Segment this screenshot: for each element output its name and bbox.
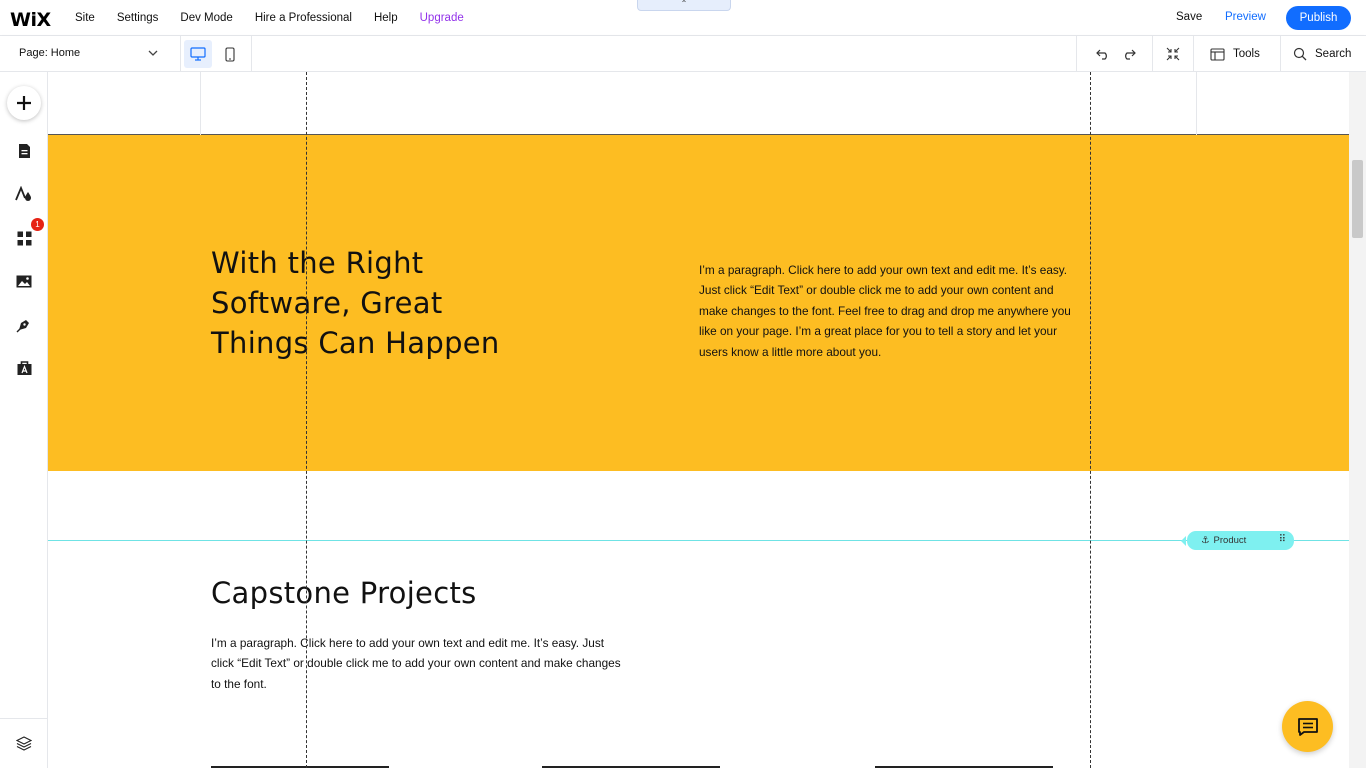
redo-button[interactable] — [1115, 40, 1143, 68]
compress-icon — [1166, 47, 1180, 61]
wix-logo[interactable]: WiX — [10, 9, 51, 31]
publish-button[interactable]: Publish — [1286, 6, 1351, 30]
redo-icon — [1125, 49, 1136, 60]
menu-site[interactable]: Site — [64, 12, 106, 24]
pen-nib-icon — [16, 320, 29, 333]
canvas-scrollbar[interactable] — [1349, 72, 1366, 768]
left-rail: 1 — [0, 72, 48, 768]
menu-settings[interactable]: Settings — [106, 12, 170, 24]
search-icon — [1293, 47, 1307, 61]
divider — [1152, 36, 1153, 72]
header-section[interactable] — [48, 72, 1349, 135]
save-button[interactable]: Save — [1176, 11, 1202, 23]
page-selector-label: Page: Home — [19, 47, 81, 59]
apps-grid-icon — [17, 231, 31, 245]
anchor-icon: ⚓ — [1201, 535, 1210, 546]
search-button[interactable]: Search — [1293, 36, 1351, 72]
menu-help[interactable]: Help — [363, 12, 409, 24]
chevron-up-icon: ⌃ — [680, 0, 688, 8]
section-title[interactable]: Capstone Projects — [211, 576, 477, 610]
editor-toolbar: Page: Home Tools Search — [0, 36, 1366, 72]
column-divider — [200, 72, 201, 135]
gridline-guide — [1090, 72, 1091, 768]
chat-button[interactable] — [1282, 701, 1333, 752]
main-menu: Site Settings Dev Mode Hire a Profession… — [64, 0, 475, 36]
divider — [251, 36, 252, 72]
menu-dev-mode[interactable]: Dev Mode — [169, 12, 243, 24]
blog-button[interactable] — [9, 310, 39, 340]
chat-icon — [1297, 717, 1318, 736]
page-icon — [18, 144, 30, 158]
business-button[interactable] — [9, 353, 39, 383]
plus-icon — [17, 96, 31, 110]
hero-title-line: With the Right — [211, 246, 424, 280]
mobile-icon — [225, 46, 235, 62]
zoom-out-button[interactable] — [1159, 40, 1187, 68]
section-paragraph[interactable]: I’m a paragraph. Click here to add your … — [211, 633, 621, 694]
hero-title-line: Things Can Happen — [211, 326, 500, 360]
layers-button[interactable] — [9, 728, 39, 758]
desktop-view-button[interactable] — [184, 40, 212, 68]
apps-notification-badge: 1 — [31, 218, 44, 231]
paint-drop-icon — [15, 186, 31, 201]
mobile-view-button[interactable] — [216, 40, 244, 68]
page-selector[interactable]: Page: Home — [19, 47, 169, 59]
undo-icon — [1096, 49, 1107, 60]
divider — [1280, 36, 1281, 72]
hero-paragraph[interactable]: I’m a paragraph. Click here to add your … — [699, 260, 1084, 362]
column-divider — [1196, 72, 1197, 135]
design-button[interactable] — [9, 179, 39, 209]
desktop-icon — [190, 47, 206, 61]
menu-upgrade[interactable]: Upgrade — [409, 12, 475, 24]
tools-label: Tools — [1233, 48, 1260, 60]
menu-hire-professional[interactable]: Hire a Professional — [244, 12, 363, 24]
tools-button[interactable]: Tools — [1210, 36, 1260, 72]
image-icon — [16, 275, 32, 287]
scrollbar-thumb[interactable] — [1352, 160, 1363, 238]
divider — [0, 718, 48, 719]
hero-title-line: Software, Great — [211, 286, 443, 320]
anchor-line — [48, 540, 1349, 541]
tools-icon — [1210, 47, 1225, 61]
undo-button[interactable] — [1089, 40, 1117, 68]
layers-icon — [16, 735, 32, 751]
hero-title[interactable]: With the Right Software, Great Things Ca… — [211, 243, 531, 363]
preview-button[interactable]: Preview — [1225, 11, 1266, 23]
divider — [180, 36, 181, 72]
anchor-label: Product — [1213, 535, 1247, 546]
media-button[interactable] — [9, 266, 39, 296]
divider — [1076, 36, 1077, 72]
anchor-product-tag[interactable]: ⚓ Product ⠿ — [1181, 531, 1294, 550]
briefcase-icon — [17, 361, 31, 375]
divider — [1193, 36, 1194, 72]
search-label: Search — [1315, 48, 1352, 60]
chevron-down-icon — [148, 50, 158, 56]
gridline-guide — [306, 72, 307, 768]
add-elements-button[interactable] — [7, 86, 41, 120]
editor-canvas[interactable]: With the Right Software, Great Things Ca… — [48, 72, 1349, 768]
collapse-toolbar-button[interactable]: ⌃ — [637, 0, 731, 11]
top-bar: WiX Site Settings Dev Mode Hire a Profes… — [0, 0, 1366, 36]
drag-handle-icon[interactable]: ⠿ — [1279, 534, 1286, 545]
pages-button[interactable] — [9, 136, 39, 166]
